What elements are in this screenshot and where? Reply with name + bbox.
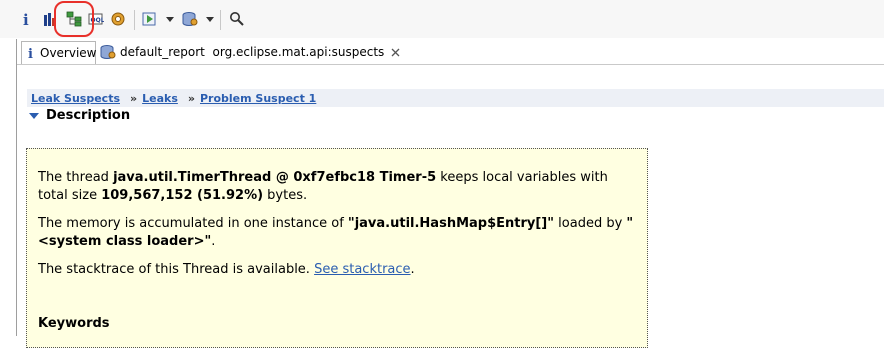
info-icon[interactable]: i [16,9,36,29]
editor-tab-bar: i Overview default_report org.eclipse.ma… [17,39,884,65]
heap-dump-icon [100,44,116,60]
description-box: The thread java.util.TimerThread @ 0xf7e… [26,148,648,348]
breadcrumb-separator: » [187,91,195,105]
description-paragraph-1: The thread java.util.TimerThread @ 0xf7e… [38,169,637,205]
breadcrumb: Leak Suspects » Leaks » Problem Suspect … [27,89,884,107]
breadcrumb-leak-suspects[interactable]: Leak Suspects [31,92,120,105]
heap-dump-dropdown-icon[interactable] [206,17,214,22]
text: bytes. [263,188,308,203]
editor-area: i Overview default_report org.eclipse.ma… [16,39,884,348]
thread-name: java.util.TimerThread @ 0xf7efbc18 Timer… [113,170,437,185]
run-report-dropdown-icon[interactable] [166,17,174,22]
tab-report-label: default_report org.eclipse.mat.api:suspe… [120,45,385,59]
description-paragraph-3: The stacktrace of this Thread is availab… [38,261,637,279]
collapse-triangle-icon[interactable] [29,112,39,119]
section-title: Description [46,108,131,123]
breadcrumb-problem-suspect-1[interactable]: Problem Suspect 1 [200,92,316,105]
text: . [410,262,415,277]
report-page: Leak Suspects » Leaks » Problem Suspect … [17,65,884,348]
close-icon[interactable] [391,48,400,57]
annotation-highlight-circle [54,1,94,37]
thread-overview-icon[interactable] [108,9,128,29]
breadcrumb-leaks[interactable]: Leaks [142,92,178,105]
tab-overview-label: Overview [40,46,97,60]
tab-overview[interactable]: i Overview [21,41,97,64]
breadcrumb-separator: » [130,91,138,105]
keywords-heading: Keywords [38,316,110,331]
tab-default-report[interactable]: default_report org.eclipse.mat.api:suspe… [96,41,400,63]
description-paragraph-2: The memory is accumulated in one instanc… [38,215,637,251]
svg-text:i: i [23,11,29,27]
info-icon: i [26,46,36,60]
class-name: "java.util.HashMap$Entry[]" [347,216,555,231]
run-report-icon[interactable] [140,9,160,29]
main-toolbar: i OQL [0,0,884,38]
see-stacktrace-link[interactable]: See stacktrace [314,262,410,277]
description-section-header[interactable]: Description [29,108,130,123]
text: The stacktrace of this Thread is availab… [38,262,315,277]
text: loaded by [554,216,627,231]
retained-size: 109,567,152 (51.92%) [101,188,264,203]
search-icon[interactable] [227,9,247,29]
toolbar-separator [134,10,135,30]
text: The thread [38,170,114,185]
heap-dump-actions-icon[interactable] [180,9,200,29]
text: . [211,234,216,249]
toolbar-separator [220,10,221,30]
text: The memory is accumulated in one instanc… [38,216,348,231]
svg-text:i: i [28,47,33,60]
